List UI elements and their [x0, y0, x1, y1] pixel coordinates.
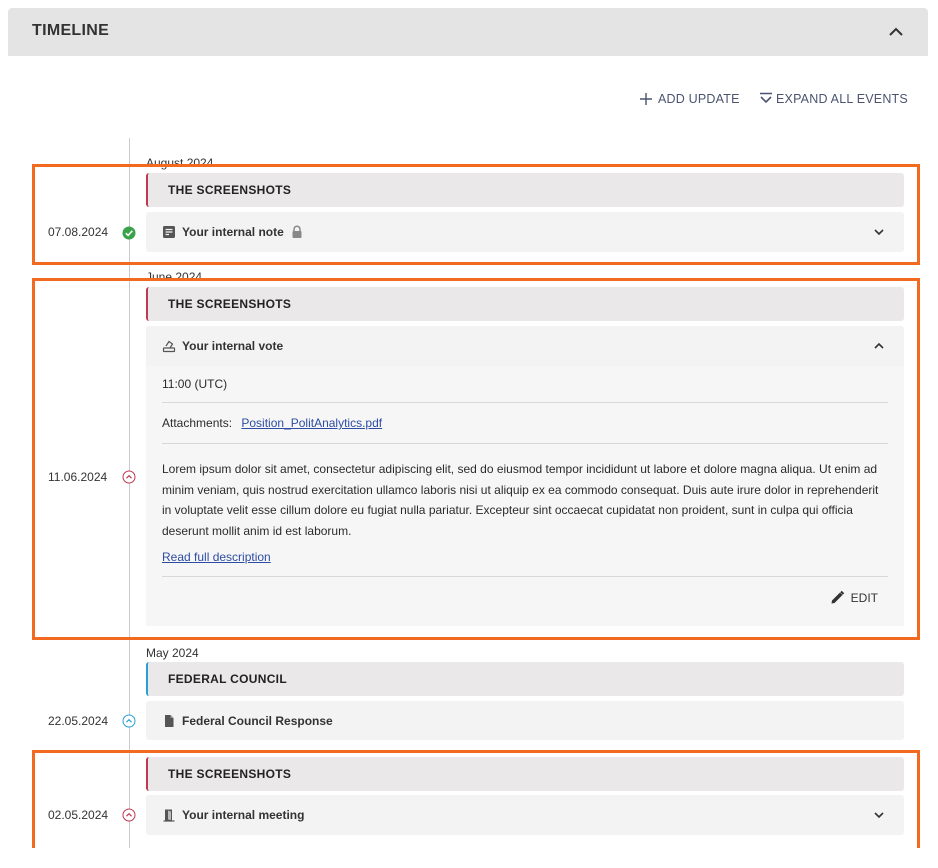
- source-bar: THE SCREENSHOTS: [146, 173, 904, 207]
- attachments-label: Attachments:: [162, 416, 233, 430]
- event-title: Federal Council Response: [182, 713, 333, 728]
- status-info-icon: [122, 714, 136, 728]
- month-label: June 2024: [146, 270, 203, 284]
- event-card-expanded: Your internal vote 11:00 (UTC) Attachmen…: [146, 326, 904, 626]
- lock-icon: [292, 225, 302, 238]
- document-icon: [165, 714, 174, 727]
- collapse-button[interactable]: [886, 22, 906, 42]
- month-label: August 2024: [146, 156, 214, 170]
- chevron-up-icon: [889, 27, 903, 36]
- expand-all-label: EXPAND ALL EVENTS: [776, 92, 908, 106]
- status-pending-icon: [122, 470, 136, 484]
- event-title: Your internal meeting: [182, 808, 305, 822]
- event-time: 11:00 (UTC): [162, 377, 228, 391]
- event-card[interactable]: Your internal note: [146, 212, 904, 252]
- status-done-icon: [122, 226, 136, 240]
- chevron-up-icon[interactable]: [872, 339, 886, 353]
- event-header[interactable]: Federal Council Response: [146, 701, 904, 740]
- panel-title: TIMELINE: [32, 22, 110, 39]
- door-icon: [163, 809, 175, 822]
- event-header[interactable]: Your internal note: [146, 212, 904, 252]
- add-update-label: ADD UPDATE: [658, 92, 740, 106]
- pencil-icon: [831, 590, 844, 604]
- timeline-line: [129, 138, 130, 848]
- source-bar: THE SCREENSHOTS: [146, 287, 904, 321]
- event-body: 11:00 (UTC) Attachments: Position_PolitA…: [146, 366, 904, 626]
- divider: [162, 443, 888, 444]
- event-header[interactable]: Your internal vote: [146, 326, 904, 366]
- note-icon: [163, 226, 175, 238]
- add-update-button[interactable]: ADD UPDATE: [640, 92, 740, 106]
- event-title: Your internal vote: [182, 339, 284, 353]
- plus-icon: [640, 93, 652, 105]
- event-header[interactable]: Your internal meeting: [146, 795, 904, 835]
- month-label: May 2024: [146, 646, 199, 660]
- event-date: 11.06.2024: [48, 470, 108, 484]
- divider: [162, 402, 888, 403]
- event-date: 22.05.2024: [48, 714, 109, 728]
- event-date: 07.08.2024: [48, 225, 109, 239]
- ballot-icon: [162, 340, 176, 353]
- expand-all-button[interactable]: EXPAND ALL EVENTS: [759, 92, 908, 106]
- expand-all-icon: [760, 92, 772, 104]
- chevron-down-icon[interactable]: [872, 225, 886, 239]
- chevron-down-icon[interactable]: [872, 808, 886, 822]
- divider: [162, 576, 888, 577]
- event-card[interactable]: Federal Council Response: [146, 701, 904, 740]
- edit-button[interactable]: EDIT: [830, 590, 878, 605]
- edit-label: EDIT: [850, 590, 878, 605]
- source-bar: THE SCREENSHOTS: [146, 757, 904, 791]
- attachments-row: Attachments: Position_PolitAnalytics.pdf: [162, 416, 382, 430]
- event-description: Lorem ipsum dolor sit amet, consectetur …: [162, 462, 879, 538]
- read-full-description-link[interactable]: Read full description: [162, 550, 271, 564]
- source-bar: FEDERAL COUNCIL: [146, 662, 904, 696]
- event-card[interactable]: Your internal meeting: [146, 795, 904, 835]
- event-date: 02.05.2024: [48, 808, 109, 822]
- event-title: Your internal note: [182, 225, 284, 239]
- status-pending-icon: [122, 808, 136, 822]
- panel-header[interactable]: TIMELINE: [8, 8, 928, 56]
- attachment-link[interactable]: Position_PolitAnalytics.pdf: [241, 416, 382, 430]
